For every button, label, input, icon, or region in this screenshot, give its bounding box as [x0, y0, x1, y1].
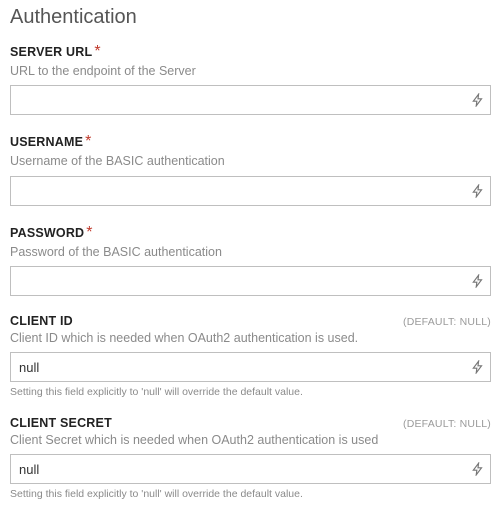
- password-label: PASSWORD: [10, 226, 84, 240]
- password-input[interactable]: [10, 266, 491, 296]
- required-mark: *: [94, 43, 100, 60]
- client-secret-desc: Client Secret which is needed when OAuth…: [10, 432, 491, 448]
- username-desc: Username of the BASIC authentication: [10, 153, 491, 169]
- field-client-id: CLIENT ID (DEFAULT: NULL) Client ID whic…: [10, 314, 491, 398]
- field-username: USERNAME* Username of the BASIC authenti…: [10, 133, 491, 205]
- client-id-default: (DEFAULT: NULL): [403, 316, 491, 328]
- field-password: PASSWORD* Password of the BASIC authenti…: [10, 224, 491, 296]
- username-label: USERNAME: [10, 135, 83, 149]
- client-id-label: CLIENT ID: [10, 314, 73, 328]
- username-input[interactable]: [10, 176, 491, 206]
- server-url-label: SERVER URL: [10, 45, 92, 59]
- expression-icon[interactable]: [471, 274, 485, 288]
- expression-icon[interactable]: [471, 360, 485, 374]
- client-secret-hint: Setting this field explicitly to 'null' …: [10, 488, 491, 500]
- password-desc: Password of the BASIC authentication: [10, 244, 491, 260]
- field-server-url: SERVER URL* URL to the endpoint of the S…: [10, 43, 491, 115]
- client-secret-input[interactable]: [10, 454, 491, 484]
- server-url-input[interactable]: [10, 85, 491, 115]
- expression-icon[interactable]: [471, 184, 485, 198]
- server-url-desc: URL to the endpoint of the Server: [10, 63, 491, 79]
- expression-icon[interactable]: [471, 462, 485, 476]
- client-id-hint: Setting this field explicitly to 'null' …: [10, 386, 491, 398]
- required-mark: *: [85, 133, 91, 150]
- client-id-desc: Client ID which is needed when OAuth2 au…: [10, 330, 491, 346]
- client-id-input[interactable]: [10, 352, 491, 382]
- field-client-secret: CLIENT SECRET (DEFAULT: NULL) Client Sec…: [10, 416, 491, 500]
- section-title: Authentication: [10, 6, 491, 29]
- client-secret-label: CLIENT SECRET: [10, 416, 112, 430]
- expression-icon[interactable]: [471, 93, 485, 107]
- client-secret-default: (DEFAULT: NULL): [403, 418, 491, 430]
- required-mark: *: [86, 224, 92, 241]
